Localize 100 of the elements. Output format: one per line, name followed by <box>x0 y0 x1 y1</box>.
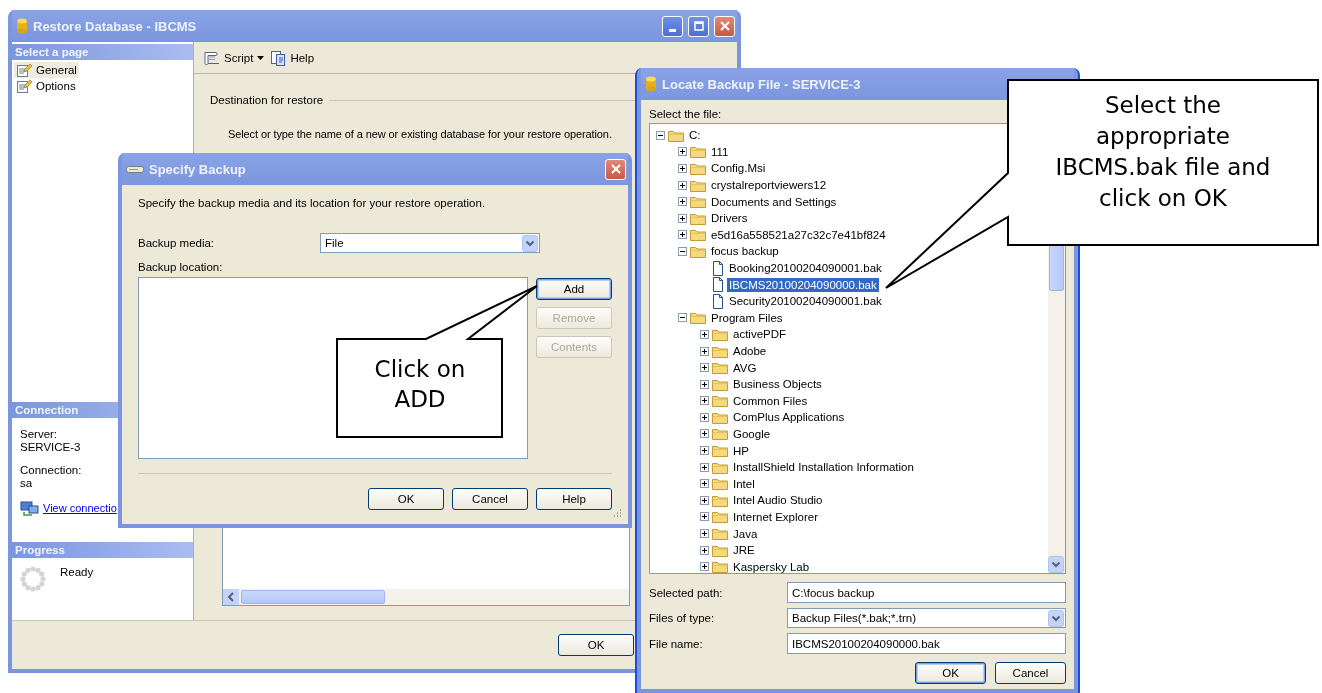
view-connection-link[interactable]: View connectio <box>43 502 117 514</box>
tree-item[interactable]: Adobe <box>731 344 769 358</box>
page-icon <box>16 62 32 78</box>
expand-toggle[interactable] <box>700 545 709 555</box>
expand-toggle[interactable] <box>700 512 709 522</box>
field-label: Server: <box>20 428 59 441</box>
tree-item[interactable]: InstallShield Installation Information <box>731 460 916 475</box>
expand-toggle[interactable] <box>678 164 687 173</box>
tree-item[interactable]: Config.Msi <box>709 161 768 176</box>
tree-item[interactable]: ComPlus Applications <box>731 410 847 425</box>
tree-item[interactable]: IBCMS20100204090000.bak <box>727 277 879 292</box>
tree-item[interactable]: AVG <box>731 360 759 375</box>
folder-icon <box>712 477 728 491</box>
close-button[interactable] <box>714 15 735 37</box>
sidebar-item[interactable]: Options <box>14 78 78 94</box>
expand-toggle[interactable] <box>700 446 709 456</box>
scrollbar-thumb[interactable] <box>241 590 385 604</box>
scrollbar-thumb[interactable] <box>1049 244 1064 291</box>
tree-item[interactable]: focus backup <box>709 244 781 259</box>
folder-icon <box>712 427 728 441</box>
tree-item[interactable]: 111 <box>709 144 731 159</box>
field-label: Selected path: <box>649 586 724 599</box>
tree-item[interactable]: Business Objects <box>731 377 824 392</box>
tree-item[interactable]: Java <box>731 526 760 541</box>
expand-toggle[interactable] <box>678 197 687 207</box>
tree-item[interactable]: Internet Explorer <box>731 509 820 524</box>
tree-item[interactable]: e5d16a558521a27c32c7e41bf824 <box>709 227 888 242</box>
button[interactable]: Add <box>536 278 612 300</box>
button[interactable]: OK <box>368 488 444 510</box>
expand-toggle[interactable] <box>700 363 709 373</box>
expand-toggle[interactable] <box>700 495 709 505</box>
folder-icon <box>712 543 728 557</box>
expand-toggle[interactable] <box>700 346 709 356</box>
expand-toggle[interactable] <box>700 396 709 406</box>
text-field[interactable]: IBCMS20100204090000.bak <box>787 633 1066 654</box>
collapse-toggle[interactable] <box>678 246 687 256</box>
network-icon <box>20 500 39 516</box>
callout-text: Click on ADD <box>373 355 467 414</box>
button[interactable]: OK <box>915 662 986 684</box>
expand-toggle[interactable] <box>678 147 687 157</box>
expand-toggle[interactable] <box>678 180 687 190</box>
dropdown[interactable]: File <box>320 233 540 253</box>
tree-item[interactable]: Program Files <box>709 310 785 325</box>
close-button[interactable] <box>605 158 626 180</box>
tree-item[interactable]: Google <box>731 427 773 441</box>
folder-icon <box>690 244 706 258</box>
folder-icon <box>712 344 728 358</box>
minimize-button[interactable] <box>662 15 683 37</box>
expand-toggle[interactable] <box>700 379 709 389</box>
expand-toggle[interactable] <box>678 230 687 240</box>
collapse-toggle[interactable] <box>678 313 687 323</box>
tree-item[interactable]: Intel <box>731 476 757 491</box>
horizontal-scrollbar[interactable] <box>223 589 629 605</box>
tree-item[interactable]: Kaspersky Lab <box>731 559 812 573</box>
dropdown[interactable]: Backup Files(*.bak;*.trn) <box>787 608 1066 628</box>
expand-toggle[interactable] <box>678 213 687 223</box>
tree-item[interactable]: Booking20100204090001.bak <box>727 261 884 276</box>
drive-icon <box>126 163 144 175</box>
expand-toggle[interactable] <box>700 412 709 422</box>
maximize-button[interactable] <box>688 15 709 37</box>
section-header: Select a page <box>12 44 193 60</box>
field-label: Files of type: <box>649 612 716 624</box>
tree-item[interactable]: crystalreportviewers12 <box>709 178 829 193</box>
expand-toggle[interactable] <box>700 479 709 489</box>
tree-item[interactable]: Intel Audio Studio <box>731 493 825 508</box>
field-label: Connection: <box>20 464 83 477</box>
folder-icon <box>712 410 728 424</box>
button[interactable]: Help <box>536 488 612 510</box>
folder-icon <box>712 394 728 408</box>
folder-icon <box>712 444 728 458</box>
tree-item[interactable]: C: <box>687 128 703 143</box>
tree-item[interactable]: Security20100204090001.bak <box>727 294 884 309</box>
tree-item[interactable]: Common Files <box>731 393 810 408</box>
sidebar-item[interactable]: General <box>14 62 79 78</box>
collapse-toggle[interactable] <box>656 130 665 140</box>
expand-toggle[interactable] <box>700 529 709 539</box>
tree-item[interactable]: HP <box>731 443 751 458</box>
tree-item[interactable]: Drivers <box>709 211 750 226</box>
text-field[interactable]: C:\focus backup <box>787 582 1066 603</box>
script-button[interactable]: Script <box>202 49 265 66</box>
caret-icon <box>257 55 265 60</box>
button[interactable]: Cancel <box>452 488 528 510</box>
description-text: Select or type the name of a new or existing database for your restore operation. <box>228 128 612 140</box>
scroll-icon <box>202 49 220 66</box>
section-heading: Destination for restore <box>210 94 324 106</box>
help-button[interactable]: Help <box>270 49 315 66</box>
expand-toggle[interactable] <box>700 562 709 572</box>
scroll-left-button[interactable] <box>223 589 239 605</box>
scroll-down-button[interactable] <box>1048 556 1064 573</box>
tree-item[interactable]: JRE <box>731 543 757 558</box>
button[interactable]: OK <box>558 634 634 656</box>
tree-item[interactable]: Documents and Settings <box>709 194 839 209</box>
expand-toggle[interactable] <box>700 329 709 339</box>
expand-toggle[interactable] <box>700 429 709 439</box>
tree-item[interactable]: activePDF <box>731 327 789 342</box>
window-title: Restore Database - IBCMS <box>33 18 198 34</box>
expand-toggle[interactable] <box>700 462 709 472</box>
database-icon <box>645 76 657 92</box>
folder-icon <box>690 211 706 225</box>
button[interactable]: Cancel <box>995 662 1066 684</box>
